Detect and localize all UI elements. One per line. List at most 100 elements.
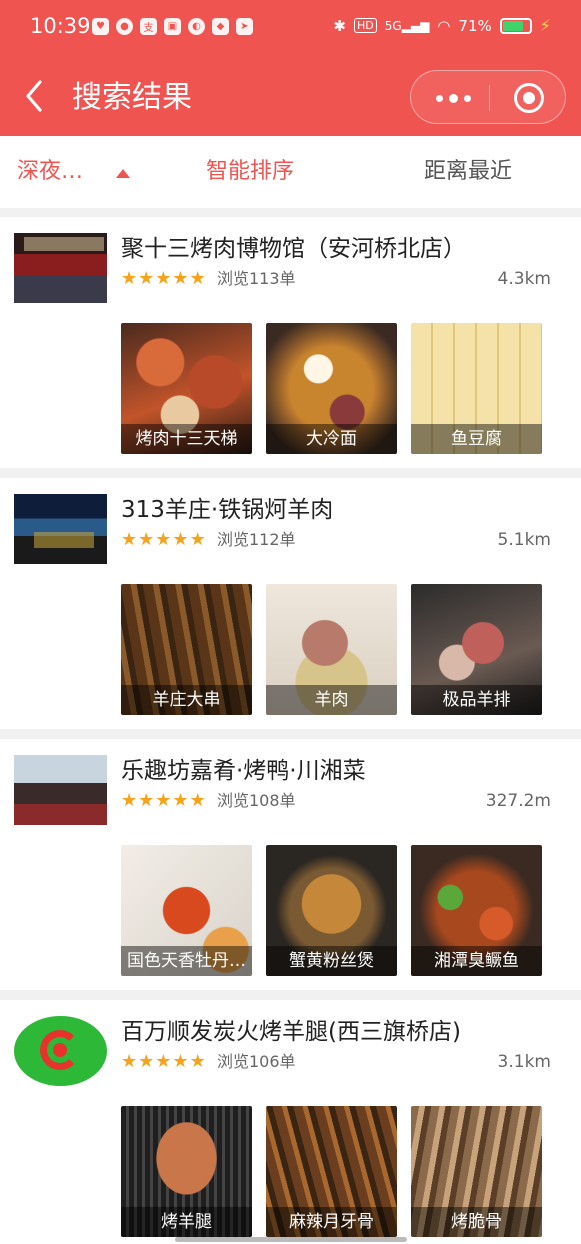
restaurant-thumbnail <box>14 494 107 564</box>
distance: 327.2m <box>485 791 551 811</box>
distance: 5.1km <box>497 530 551 550</box>
star-icon: ★ <box>155 268 172 289</box>
more-dots-icon <box>448 93 458 103</box>
restaurant-card[interactable]: 百万顺发炭火烤羊腿(西三旗桥店) ★ ★ ★ ★ ★ 浏览106单 3.1km 烤羊腿 … <box>0 1000 581 1244</box>
distance: 3.1km <box>497 1052 551 1072</box>
star-icon: ★ <box>121 1051 138 1072</box>
capsule-divider <box>489 85 490 111</box>
dish-name: 湘潭臭鳜鱼 <box>411 946 542 976</box>
restaurant-thumbnail <box>14 1016 107 1086</box>
star-icon: ★ <box>189 790 206 811</box>
restaurant-card[interactable]: 313羊庄·铁锅炣羊肉 ★ ★ ★ ★ ★ 浏览112单 5.1km 羊庄大串 羊肉 极… <box>0 478 581 729</box>
dish-name: 鱼豆腐 <box>411 424 542 454</box>
star-icon: ★ <box>172 1051 189 1072</box>
dish-name: 烤脆骨 <box>411 1207 542 1237</box>
dish-item[interactable]: 鱼豆腐 <box>411 323 542 454</box>
dish-name: 国色天香牡丹… <box>121 946 252 976</box>
restaurant-name: 313羊庄·铁锅炣羊肉 <box>121 497 334 523</box>
system-icons: ✱ HD 5G▂▄▆ ◠ 71% ⚡ <box>333 16 551 35</box>
back-arrow-icon[interactable] <box>22 78 46 114</box>
wifi-icon: ◠ <box>437 16 451 35</box>
star-icon: ★ <box>189 268 206 289</box>
distance: 4.3km <box>497 269 551 289</box>
filter-bar: 深夜… 智能排序 距离最近 <box>0 136 581 208</box>
charging-icon: ⚡ <box>539 16 551 35</box>
restaurant-card[interactable]: 聚十三烤肉博物馆（安河桥北店） ★ ★ ★ ★ ★ 浏览113单 4.3km 烤肉十三天… <box>0 217 581 468</box>
dish-item[interactable]: 麻辣月牙骨 <box>266 1106 397 1237</box>
app-header: 10:39 ♥ ● 支 ▣ ◐ ◆ ➤ ✱ HD 5G▂▄▆ ◠ 71% ⚡ 搜… <box>0 0 581 136</box>
battery-icon <box>499 17 532 34</box>
star-icon: ★ <box>121 268 138 289</box>
bluetooth-icon: ✱ <box>333 16 346 35</box>
dish-item[interactable]: 烤肉十三天梯 <box>121 323 252 454</box>
filter-distance[interactable]: 距离最近 <box>424 158 512 186</box>
signal-icon: 5G▂▄▆ <box>384 18 430 33</box>
dish-name: 极品羊排 <box>411 685 542 715</box>
dish-item[interactable]: 烤羊腿 <box>121 1106 252 1237</box>
dish-item[interactable]: 极品羊排 <box>411 584 542 715</box>
notification-app-icon: ◐ <box>188 18 205 35</box>
restaurant-thumbnail <box>14 755 107 825</box>
star-icon: ★ <box>189 529 206 550</box>
restaurant-card[interactable]: 乐趣坊嘉肴·烤鸭·川湘菜 ★ ★ ★ ★ ★ 浏览108单 327.2m 国色天香牡丹…… <box>0 739 581 990</box>
dish-name: 麻辣月牙骨 <box>266 1207 397 1237</box>
star-icon: ★ <box>138 268 155 289</box>
star-icon: ★ <box>155 790 172 811</box>
star-icon: ★ <box>121 790 138 811</box>
notification-icons: ♥ ● 支 ▣ ◐ ◆ ➤ <box>92 18 253 35</box>
rating-stars: ★ ★ ★ ★ ★ <box>121 791 206 811</box>
dish-item[interactable]: 羊庄大串 <box>121 584 252 715</box>
star-icon: ★ <box>155 1051 172 1072</box>
dish-name: 蟹黄粉丝煲 <box>266 946 397 976</box>
star-icon: ★ <box>155 529 172 550</box>
restaurant-thumbnail <box>14 233 107 303</box>
dish-name: 烤肉十三天梯 <box>121 424 252 454</box>
network-type: 5G <box>384 18 402 33</box>
notification-app-icon: 支 <box>140 18 157 35</box>
chat-bubble-icon: ● <box>116 18 133 35</box>
status-time: 10:39 <box>30 14 91 38</box>
star-icon: ★ <box>138 790 155 811</box>
dish-item[interactable]: 湘潭臭鳜鱼 <box>411 845 542 976</box>
more-dots-icon <box>463 94 471 102</box>
notification-app-icon: ♥ <box>92 18 109 35</box>
dish-item[interactable]: 国色天香牡丹… <box>121 845 252 976</box>
view-count: 浏览108单 <box>217 791 296 810</box>
star-icon: ★ <box>172 529 189 550</box>
restaurant-name: 乐趣坊嘉肴·烤鸭·川湘菜 <box>121 758 366 784</box>
restaurant-name: 百万顺发炭火烤羊腿(西三旗桥店) <box>121 1019 461 1045</box>
dish-item[interactable]: 烤脆骨 <box>411 1106 542 1237</box>
star-icon: ★ <box>138 529 155 550</box>
more-menu-button[interactable] <box>429 83 477 113</box>
star-icon: ★ <box>189 1051 206 1072</box>
more-dots-icon <box>435 94 443 102</box>
star-icon: ★ <box>138 1051 155 1072</box>
dish-item[interactable]: 羊肉 <box>266 584 397 715</box>
home-indicator <box>175 1237 407 1242</box>
notification-app-icon: ◆ <box>212 18 229 35</box>
dropdown-up-arrow-icon[interactable] <box>116 169 130 178</box>
notification-app-icon: ▣ <box>164 18 181 35</box>
battery-percent: 71% <box>458 16 492 35</box>
hd-icon: HD <box>353 18 377 33</box>
view-count: 浏览113单 <box>217 269 296 288</box>
rating-stars: ★ ★ ★ ★ ★ <box>121 269 206 289</box>
dish-item[interactable]: 蟹黄粉丝煲 <box>266 845 397 976</box>
battery-fill <box>502 20 523 31</box>
filter-category[interactable]: 深夜… <box>17 158 83 186</box>
rating-stars: ★ ★ ★ ★ ★ <box>121 530 206 550</box>
view-count: 浏览112单 <box>217 530 296 549</box>
filter-sort[interactable]: 智能排序 <box>206 158 294 186</box>
star-icon: ★ <box>121 529 138 550</box>
rating-stars: ★ ★ ★ ★ ★ <box>121 1052 206 1072</box>
star-icon: ★ <box>172 268 189 289</box>
dish-name: 烤羊腿 <box>121 1207 252 1237</box>
dish-name: 羊庄大串 <box>121 685 252 715</box>
restaurant-name: 聚十三烤肉博物馆（安河桥北店） <box>121 236 466 262</box>
star-icon: ★ <box>172 790 189 811</box>
dish-item[interactable]: 大冷面 <box>266 323 397 454</box>
page-title: 搜索结果 <box>72 80 192 115</box>
view-count: 浏览106单 <box>217 1052 296 1071</box>
dish-name: 羊肉 <box>266 685 397 715</box>
close-mini-program-button[interactable] <box>514 83 544 113</box>
